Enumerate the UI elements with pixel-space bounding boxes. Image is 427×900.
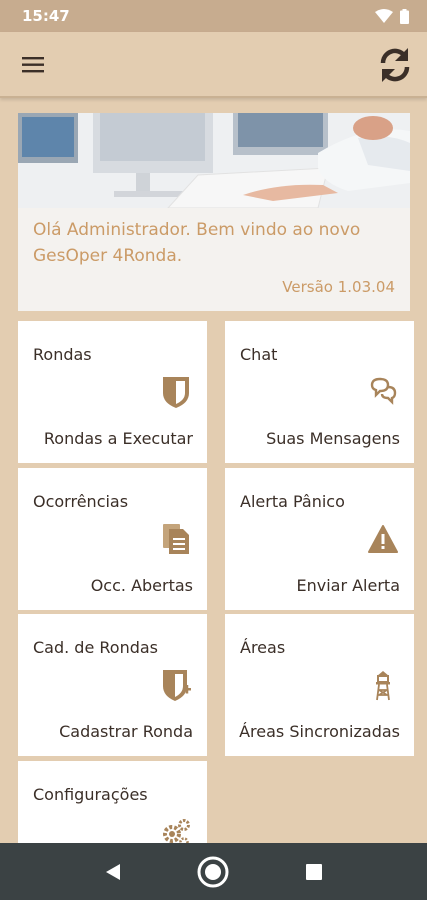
system-nav-bar — [0, 843, 427, 900]
card-chat[interactable]: Chat Suas Mensagens — [225, 321, 414, 463]
recents-button[interactable] — [297, 855, 331, 889]
card-title: Áreas — [240, 638, 286, 657]
home-circle-icon — [197, 856, 229, 888]
menu-button[interactable] — [18, 52, 50, 78]
card-subtitle: Suas Mensagens — [266, 429, 400, 448]
card-title: Chat — [240, 345, 278, 364]
card-cad-rondas[interactable]: Cad. de Rondas Cadastrar Ronda — [18, 614, 207, 756]
shield-icon — [163, 377, 189, 408]
status-icons — [375, 8, 409, 24]
status-time: 15:47 — [22, 7, 70, 25]
back-triangle-icon — [106, 864, 120, 880]
card-alerta-panico[interactable]: Alerta Pânico Enviar Alerta — [225, 468, 414, 610]
hamburger-menu-icon — [22, 57, 44, 73]
recents-square-icon — [306, 864, 322, 880]
watchtower-icon — [376, 671, 390, 701]
home-button[interactable] — [196, 855, 230, 889]
battery-icon — [400, 8, 409, 24]
app-version: Versão 1.03.04 — [282, 278, 395, 296]
card-subtitle: Enviar Alerta — [296, 576, 400, 595]
card-title: Ocorrências — [33, 492, 129, 511]
card-subtitle: Occ. Abertas — [90, 576, 193, 595]
status-bar: 15:47 — [0, 0, 427, 32]
welcome-banner: Olá Administrador. Bem vindo ao novo Ges… — [18, 113, 410, 311]
card-title: Rondas — [33, 345, 92, 364]
card-rondas[interactable]: Rondas Rondas a Executar — [18, 321, 207, 463]
card-areas[interactable]: Áreas Áreas Sincronizadas — [225, 614, 414, 756]
card-subtitle: Cadastrar Ronda — [59, 722, 193, 741]
card-title: Alerta Pânico — [240, 492, 345, 511]
card-ocorrencias[interactable]: Ocorrências Occ. Abertas — [18, 468, 207, 610]
back-button[interactable] — [96, 855, 130, 889]
sync-refresh-icon — [380, 48, 410, 82]
wifi-icon — [375, 9, 393, 23]
banner-greeting: Olá Administrador. Bem vindo ao novo Ges… — [33, 220, 361, 266]
warning-icon — [368, 525, 398, 553]
card-configuracoes[interactable]: Configurações — [18, 761, 207, 847]
card-subtitle: Áreas Sincronizadas — [239, 722, 400, 741]
chat-bubbles-icon — [370, 377, 397, 405]
sync-button[interactable] — [377, 46, 413, 84]
card-title: Configurações — [33, 785, 148, 804]
card-subtitle: Rondas a Executar — [43, 429, 193, 448]
card-title: Cad. de Rondas — [33, 638, 159, 657]
shield-add-icon — [163, 670, 191, 701]
banner-office-photo — [18, 113, 410, 208]
documents-icon — [163, 524, 189, 554]
app-bar — [0, 32, 427, 98]
